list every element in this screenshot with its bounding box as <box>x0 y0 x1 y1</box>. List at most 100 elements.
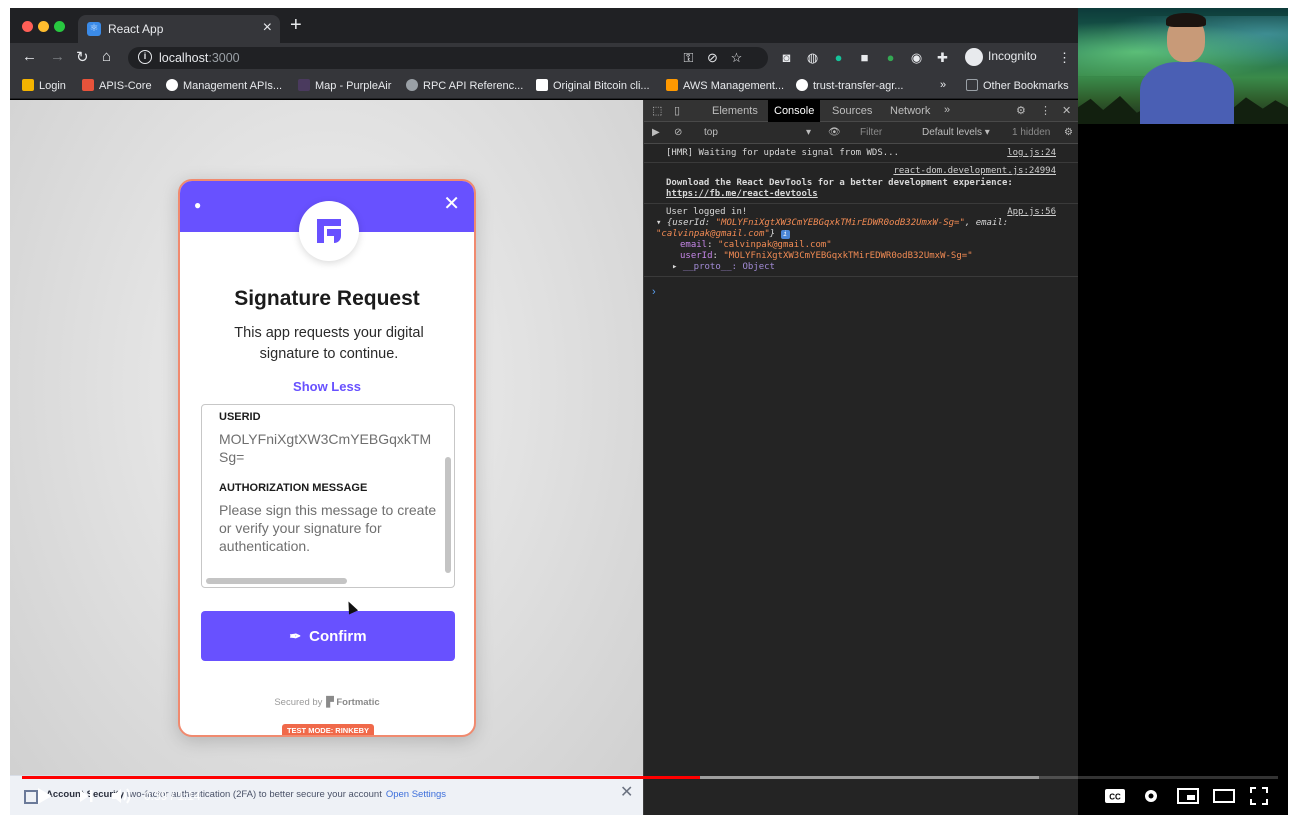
captions-icon[interactable]: CC <box>1104 788 1126 804</box>
extension-icon[interactable]: ◍ <box>804 49 821 66</box>
bookmark-label: APIS-Core <box>99 80 152 92</box>
bookmark-icon <box>22 79 34 91</box>
bookmark-label: AWS Management... <box>683 80 785 92</box>
forward-icon[interactable]: → <box>50 48 65 65</box>
key-icon[interactable]: ⚿ <box>680 49 697 66</box>
log-text: [HMR] Waiting for update signal from WDS… <box>666 148 899 158</box>
bookmark-item[interactable]: AWS Management... <box>666 79 784 92</box>
settings-icon[interactable] <box>1142 787 1160 805</box>
show-less-toggle[interactable]: Show Less <box>180 379 474 394</box>
bookmark-item[interactable]: Original Bitcoin cli... <box>536 79 650 92</box>
volume-icon[interactable] <box>110 786 134 806</box>
log-levels-select[interactable]: Default levels ▾ <box>922 127 990 138</box>
console-settings-icon[interactable]: ⚙ <box>1064 127 1073 138</box>
notice-close-icon[interactable]: ✕ <box>620 782 633 802</box>
context-dropdown-icon[interactable]: ▾ <box>806 127 811 138</box>
reload-icon[interactable]: ↻ <box>76 48 89 66</box>
fortmatic-logo <box>299 201 359 261</box>
secured-by-text: Secured by <box>274 697 323 708</box>
bookmark-item[interactable]: RPC API Referenc... <box>406 79 523 92</box>
react-favicon-icon: ⚛ <box>87 22 101 36</box>
property-value: "MOLYFniXgtXW3CmYEBGqxkTMirEDWR0odB32Umx… <box>723 251 973 261</box>
tab-elements[interactable]: Elements <box>706 100 764 122</box>
console-message: [HMR] Waiting for update signal from WDS… <box>644 145 1078 163</box>
log-source-link[interactable]: App.js:56 <box>1007 207 1056 218</box>
bookmark-item[interactable]: trust-transfer-agr... <box>796 79 903 92</box>
chat-extension-icon[interactable]: ■ <box>856 49 873 66</box>
bookmark-star-icon[interactable]: ☆ <box>728 49 745 66</box>
settings-gear-icon[interactable]: ⚙ <box>1016 104 1026 117</box>
user-icon[interactable]: ● <box>194 198 201 212</box>
page-viewport: ● ✕ Signature Request This app requests … <box>10 100 643 815</box>
devtools-menu-icon[interactable]: ⋮ <box>1040 104 1051 117</box>
puzzle-icon[interactable]: ✚ <box>934 49 951 66</box>
property-key: userId <box>680 251 713 261</box>
horizontal-scrollbar[interactable] <box>206 578 347 584</box>
log-source-link[interactable]: log.js:24 <box>1007 148 1056 159</box>
maximize-window-dot[interactable] <box>54 21 65 32</box>
log-source-link[interactable]: react-dom.development.js:24994 <box>893 166 1056 177</box>
modal-title: Signature Request <box>234 287 420 310</box>
bookmark-item[interactable]: Login <box>22 79 66 92</box>
bookmarks-overflow-icon[interactable]: » <box>940 79 946 91</box>
live-expression-icon[interactable]: 👁 <box>828 127 841 138</box>
devtools-close-icon[interactable]: ✕ <box>1062 104 1071 117</box>
bookmark-item[interactable]: Management APIs... <box>166 79 282 92</box>
open-settings-link[interactable]: Open Settings <box>386 789 446 800</box>
presenter-hair <box>1166 13 1206 27</box>
home-icon[interactable]: ⌂ <box>102 48 111 65</box>
address-bar[interactable]: i localhost:3000 ⚿ ⊘ ☆ <box>128 47 768 69</box>
device-toolbar-icon[interactable]: ▯ <box>674 104 680 117</box>
confirm-button[interactable]: ✒ Confirm <box>201 611 455 661</box>
theater-mode-icon[interactable] <box>1213 788 1235 804</box>
bookmark-item[interactable]: APIS-Core <box>82 79 152 92</box>
devtools-tabs: ⬚ ▯ Elements Console Sources Network » ⚙… <box>644 100 1078 122</box>
console-prompt[interactable]: › <box>652 286 656 298</box>
more-tabs-icon[interactable]: » <box>944 104 950 116</box>
svg-text:CC: CC <box>1109 793 1121 802</box>
tab-close-icon[interactable]: × <box>263 19 272 37</box>
sidebar-toggle-icon[interactable]: ▶ <box>652 127 660 138</box>
record-icon[interactable]: ◉ <box>908 49 925 66</box>
log-url-link[interactable]: https://fb.me/react-devtools <box>666 189 818 199</box>
evernote-icon[interactable]: ● <box>882 49 899 66</box>
profile-label: Incognito <box>988 49 1037 64</box>
fullscreen-icon[interactable] <box>1250 787 1268 805</box>
miniplayer-icon[interactable] <box>1177 788 1199 804</box>
minimize-window-dot[interactable] <box>38 21 49 32</box>
new-tab-icon[interactable]: + <box>290 15 302 35</box>
console-filter-input[interactable]: Filter <box>860 127 882 138</box>
grammarly-icon[interactable]: ● <box>830 49 847 66</box>
camera-extension-icon[interactable]: ◙ <box>778 49 795 66</box>
bookmark-folder[interactable]: Other Bookmarks <box>966 79 1069 92</box>
tab-network[interactable]: Network <box>884 100 936 122</box>
signature-message-box[interactable]: USERID MOLYFniXgtXW3CmYEBGqxkTM Sg= AUTH… <box>201 404 455 588</box>
console-toolbar: ▶ ⊘ top ▾ 👁 Filter Default levels ▾ 1 hi… <box>644 122 1078 144</box>
tab-console[interactable]: Console <box>768 100 821 122</box>
site-info-icon[interactable]: i <box>138 50 152 64</box>
menu-icon[interactable]: ⋮ <box>1056 49 1073 66</box>
profile-incognito[interactable]: Incognito <box>965 48 1037 66</box>
video-player[interactable]: ⚛ React App × + ← → ↻ ⌂ i localhost:3000… <box>10 8 1288 815</box>
close-window-dot[interactable] <box>22 21 33 32</box>
context-select[interactable]: top <box>704 127 718 138</box>
url-host: localhost <box>159 51 209 65</box>
browser-tab[interactable]: ⚛ React App × <box>78 15 280 43</box>
bookmark-label: RPC API Referenc... <box>423 80 524 92</box>
bookmark-item[interactable]: Map - PurpleAir <box>298 79 391 92</box>
object-prefix: {userId: <box>666 218 716 228</box>
vertical-scrollbar[interactable] <box>445 457 451 573</box>
back-icon[interactable]: ← <box>22 48 37 65</box>
object-email: "calvinpak@gmail.com" <box>656 229 770 239</box>
next-icon[interactable] <box>78 786 94 806</box>
play-icon[interactable] <box>36 786 54 806</box>
eye-off-icon[interactable]: ⊘ <box>704 49 721 66</box>
proto-row[interactable]: ▸ __proto__: Object <box>672 262 1056 273</box>
collapsed-triangle-icon: ▸ <box>672 262 683 272</box>
inspect-icon[interactable]: ⬚ <box>652 104 662 117</box>
test-mode-badge: TEST MODE: RINKEBY <box>282 724 374 735</box>
clear-console-icon[interactable]: ⊘ <box>674 127 682 138</box>
tab-sources[interactable]: Sources <box>826 100 878 122</box>
object-summary[interactable]: ▾ {userId: "MOLYFniXgtXW3CmYEBGqxkTMirED… <box>656 218 1056 240</box>
close-icon[interactable]: ✕ <box>443 194 460 214</box>
